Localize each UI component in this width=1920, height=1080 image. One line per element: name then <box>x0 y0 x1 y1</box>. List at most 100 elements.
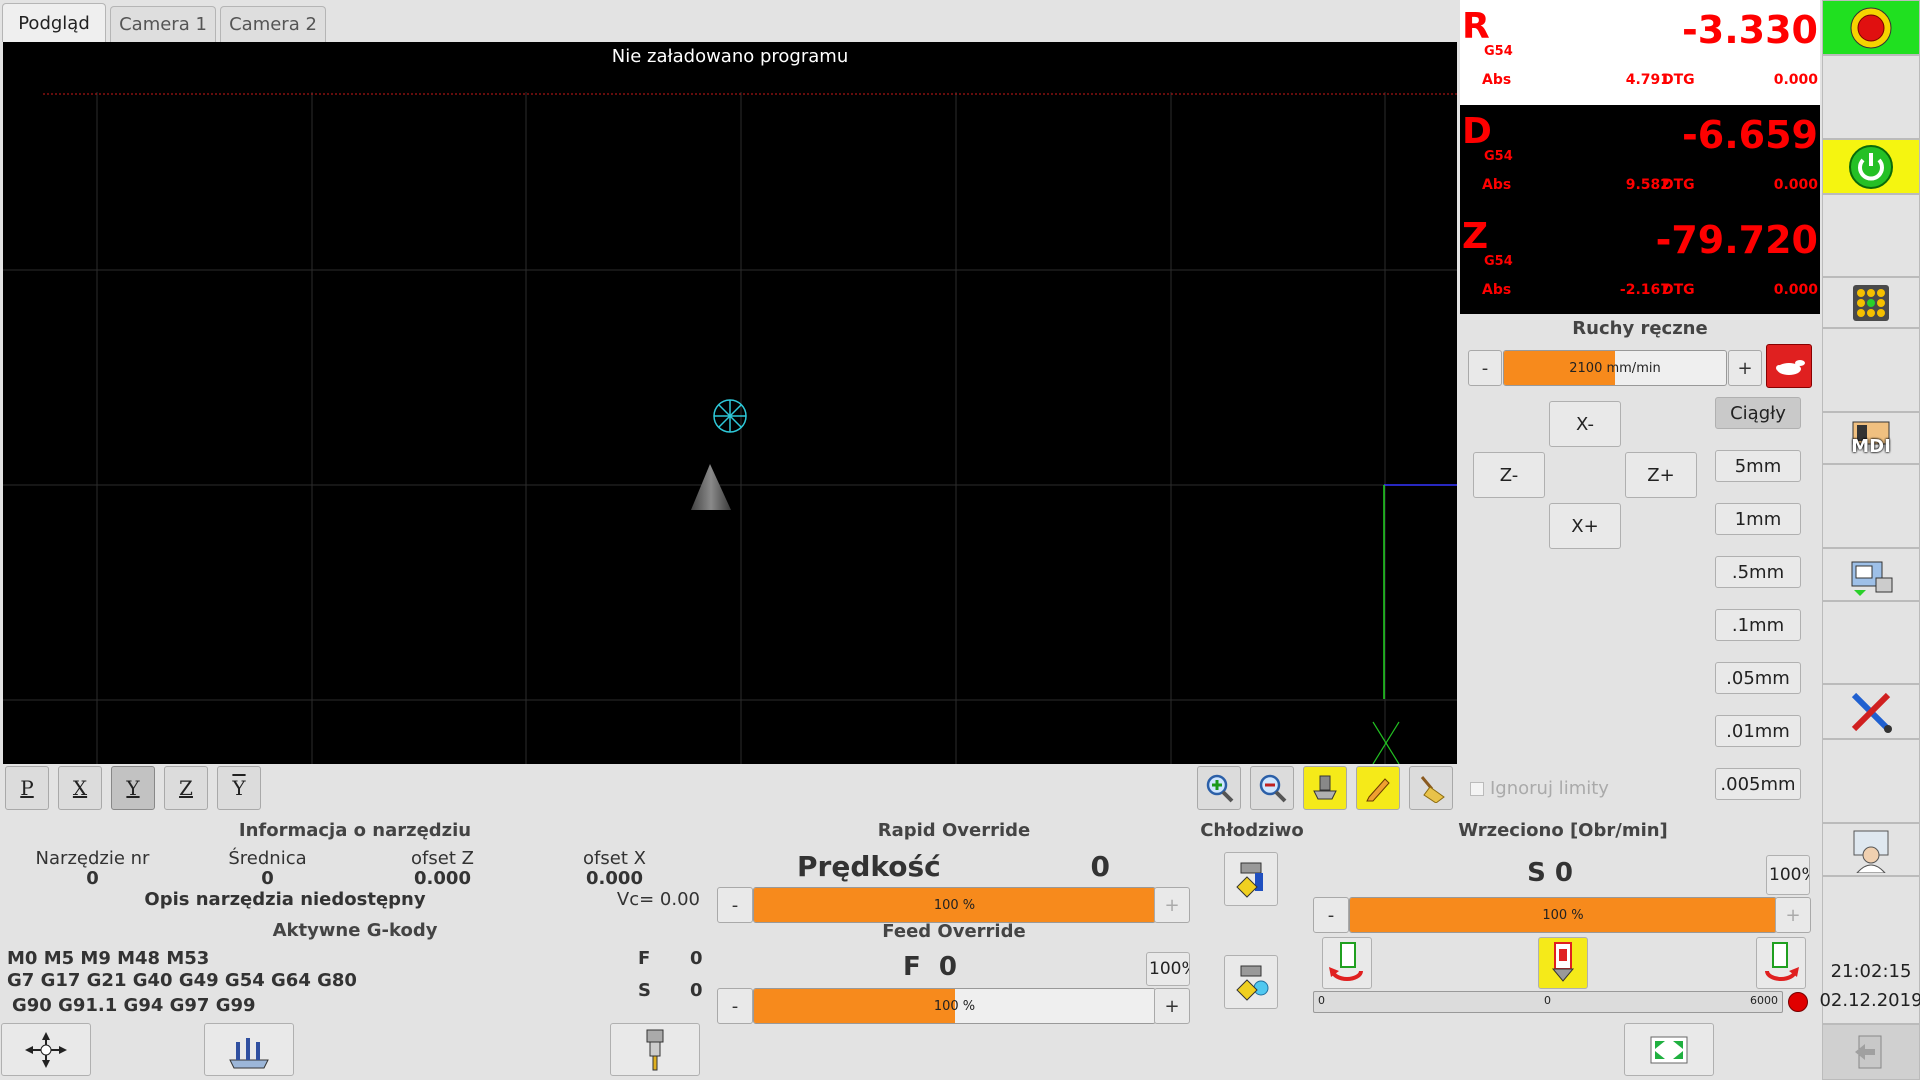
rapid-speed-value: 0 <box>1090 850 1110 883</box>
user-button[interactable] <box>1822 823 1920 876</box>
mdi-mode-button[interactable]: MDI <box>1822 412 1920 464</box>
dro-axis-letter: R <box>1462 6 1490 47</box>
spindle-speed-value: S 0 <box>1527 858 1573 888</box>
view-y-label: Y <box>126 776 140 800</box>
jog-speed-plus-button[interactable]: + <box>1728 350 1762 386</box>
spindle-plus-button[interactable]: + <box>1775 897 1811 933</box>
coolant-flood-icon <box>1236 965 1269 1001</box>
checkbox-box <box>1470 781 1484 796</box>
coolant-mist-button[interactable] <box>1224 852 1278 906</box>
dro-axis-z: Z G54 -79.720 Abs -2.167 DTG 0.000 <box>1460 210 1820 314</box>
increment-01mm-button[interactable]: .1mm <box>1715 609 1801 641</box>
mcodes-line: M0 M5 M9 M48 M53 <box>7 948 210 969</box>
spindle-status-led <box>1788 992 1808 1012</box>
feed-plus-button[interactable]: + <box>1154 988 1190 1024</box>
feed-override-title: Feed Override <box>882 921 1026 942</box>
origin-marker <box>713 399 747 433</box>
view-x-button[interactable]: X <box>58 766 102 810</box>
spindle-cw-button[interactable] <box>1756 937 1806 989</box>
dro-coord-system: G54 <box>1484 44 1513 59</box>
spindle-ccw-button[interactable] <box>1322 937 1372 989</box>
view-x-label: X <box>72 776 88 800</box>
machine-power-button[interactable] <box>1822 139 1920 194</box>
tab-camera-1[interactable]: Camera 1 <box>110 6 216 42</box>
spindle-override-slider[interactable]: 100 % <box>1349 897 1777 933</box>
preview-grid <box>3 92 1457 764</box>
increment-1mm-button[interactable]: 1mm <box>1715 503 1801 535</box>
jog-speed-value: 2100 mm/min <box>1569 360 1661 376</box>
jog-x-plus-button[interactable]: X+ <box>1549 503 1621 549</box>
increment-005mm-button[interactable]: .05mm <box>1715 662 1801 694</box>
tab-podglad[interactable]: Podgląd <box>2 3 106 42</box>
clock-time: 21:02:15 <box>1830 961 1912 982</box>
sidebar-empty-1 <box>1822 55 1920 139</box>
spindle-ccw-icon <box>1329 942 1363 981</box>
spindle-scale-max: 6000 <box>1750 994 1778 1007</box>
spindle-reset-button[interactable]: 100% <box>1766 855 1810 895</box>
view-y2-button[interactable]: Y <box>217 766 261 810</box>
auto-mode-button[interactable] <box>1822 548 1920 601</box>
dro-dtg-label: DTG <box>1662 72 1695 88</box>
zoom-out-button[interactable] <box>1250 766 1294 810</box>
spindle-minus-button[interactable]: - <box>1313 897 1349 933</box>
tool-holder-icon <box>646 1029 664 1070</box>
speed-label: S <box>638 980 651 1001</box>
jog-x-minus-button[interactable]: X- <box>1549 401 1621 447</box>
increment-continuous-button[interactable]: Ciągły <box>1715 397 1801 429</box>
axes-home-icon <box>25 1031 67 1068</box>
home-axes-button[interactable] <box>1 1023 91 1076</box>
draw-path-button[interactable] <box>1356 766 1400 810</box>
exit-button[interactable] <box>1822 1024 1920 1080</box>
spindle-stop-button[interactable] <box>1538 937 1588 989</box>
fixture-icon <box>229 1037 269 1068</box>
jog-speed-slider[interactable]: 2100 mm/min <box>1503 350 1727 386</box>
dro-dtg-label: DTG <box>1662 282 1695 298</box>
rapid-override-slider[interactable]: 100 % <box>753 887 1156 923</box>
zoom-in-button[interactable] <box>1197 766 1241 810</box>
fixtures-button[interactable] <box>204 1023 294 1076</box>
clear-preview-button[interactable] <box>1409 766 1453 810</box>
view-y-button[interactable]: Y <box>111 766 155 810</box>
user-icon <box>1853 830 1889 873</box>
tool-cone <box>691 464 731 510</box>
rabbit-icon <box>1776 360 1805 375</box>
zoom-out-icon <box>1259 774 1287 803</box>
emergency-stop-button[interactable] <box>1822 0 1920 55</box>
dro-abs-label: Abs <box>1482 177 1512 193</box>
increment-0005mm-button[interactable]: .005mm <box>1715 768 1801 800</box>
manual-mode-button[interactable] <box>1822 277 1920 328</box>
increment-5mm-button[interactable]: 5mm <box>1715 450 1801 482</box>
dro-axis-letter: Z <box>1462 216 1489 257</box>
rapid-minus-button[interactable]: - <box>717 887 753 923</box>
view-z-button[interactable]: Z <box>164 766 208 810</box>
jog-z-minus-button[interactable]: Z- <box>1473 452 1545 498</box>
dro-dtg-value: 0.000 <box>1773 72 1818 88</box>
rapid-jog-button[interactable] <box>1766 344 1812 388</box>
toolpath-preview[interactable]: Nie załadowano programu <box>3 42 1457 764</box>
feed-override-slider[interactable]: 100 % <box>753 988 1156 1024</box>
ignore-limits-checkbox[interactable]: Ignoruj limity <box>1470 778 1609 799</box>
tool-path-view-button[interactable] <box>1303 766 1347 810</box>
jog-speed-minus-button[interactable]: - <box>1468 350 1502 386</box>
rapid-plus-button[interactable]: + <box>1154 887 1190 923</box>
zoom-in-icon <box>1206 774 1234 803</box>
tool-change-button[interactable] <box>610 1023 700 1076</box>
increment-001mm-button[interactable]: .01mm <box>1715 715 1801 747</box>
feed-override-value: F 0 <box>903 952 957 982</box>
tool-nr-label: Narzędzie nr <box>35 848 150 869</box>
dro-dtg-label: DTG <box>1662 177 1695 193</box>
tools-icon <box>1851 692 1892 733</box>
no-program-message: Nie załadowano programu <box>611 46 849 67</box>
tab-camera-2[interactable]: Camera 2 <box>220 6 326 42</box>
view-p-button[interactable]: P <box>5 766 49 810</box>
mdi-label: MDI <box>1851 435 1891 457</box>
increment-05mm-button[interactable]: .5mm <box>1715 556 1801 588</box>
tool-nr-value: 0 <box>86 868 99 889</box>
feed-reset-button[interactable]: 100% <box>1146 952 1190 986</box>
fullscreen-button[interactable] <box>1624 1023 1714 1076</box>
feed-minus-button[interactable]: - <box>717 988 753 1024</box>
jog-z-plus-button[interactable]: Z+ <box>1625 452 1697 498</box>
settings-button[interactable] <box>1822 684 1920 739</box>
coolant-flood-button[interactable] <box>1224 955 1278 1009</box>
sidebar-empty-4 <box>1822 464 1920 548</box>
